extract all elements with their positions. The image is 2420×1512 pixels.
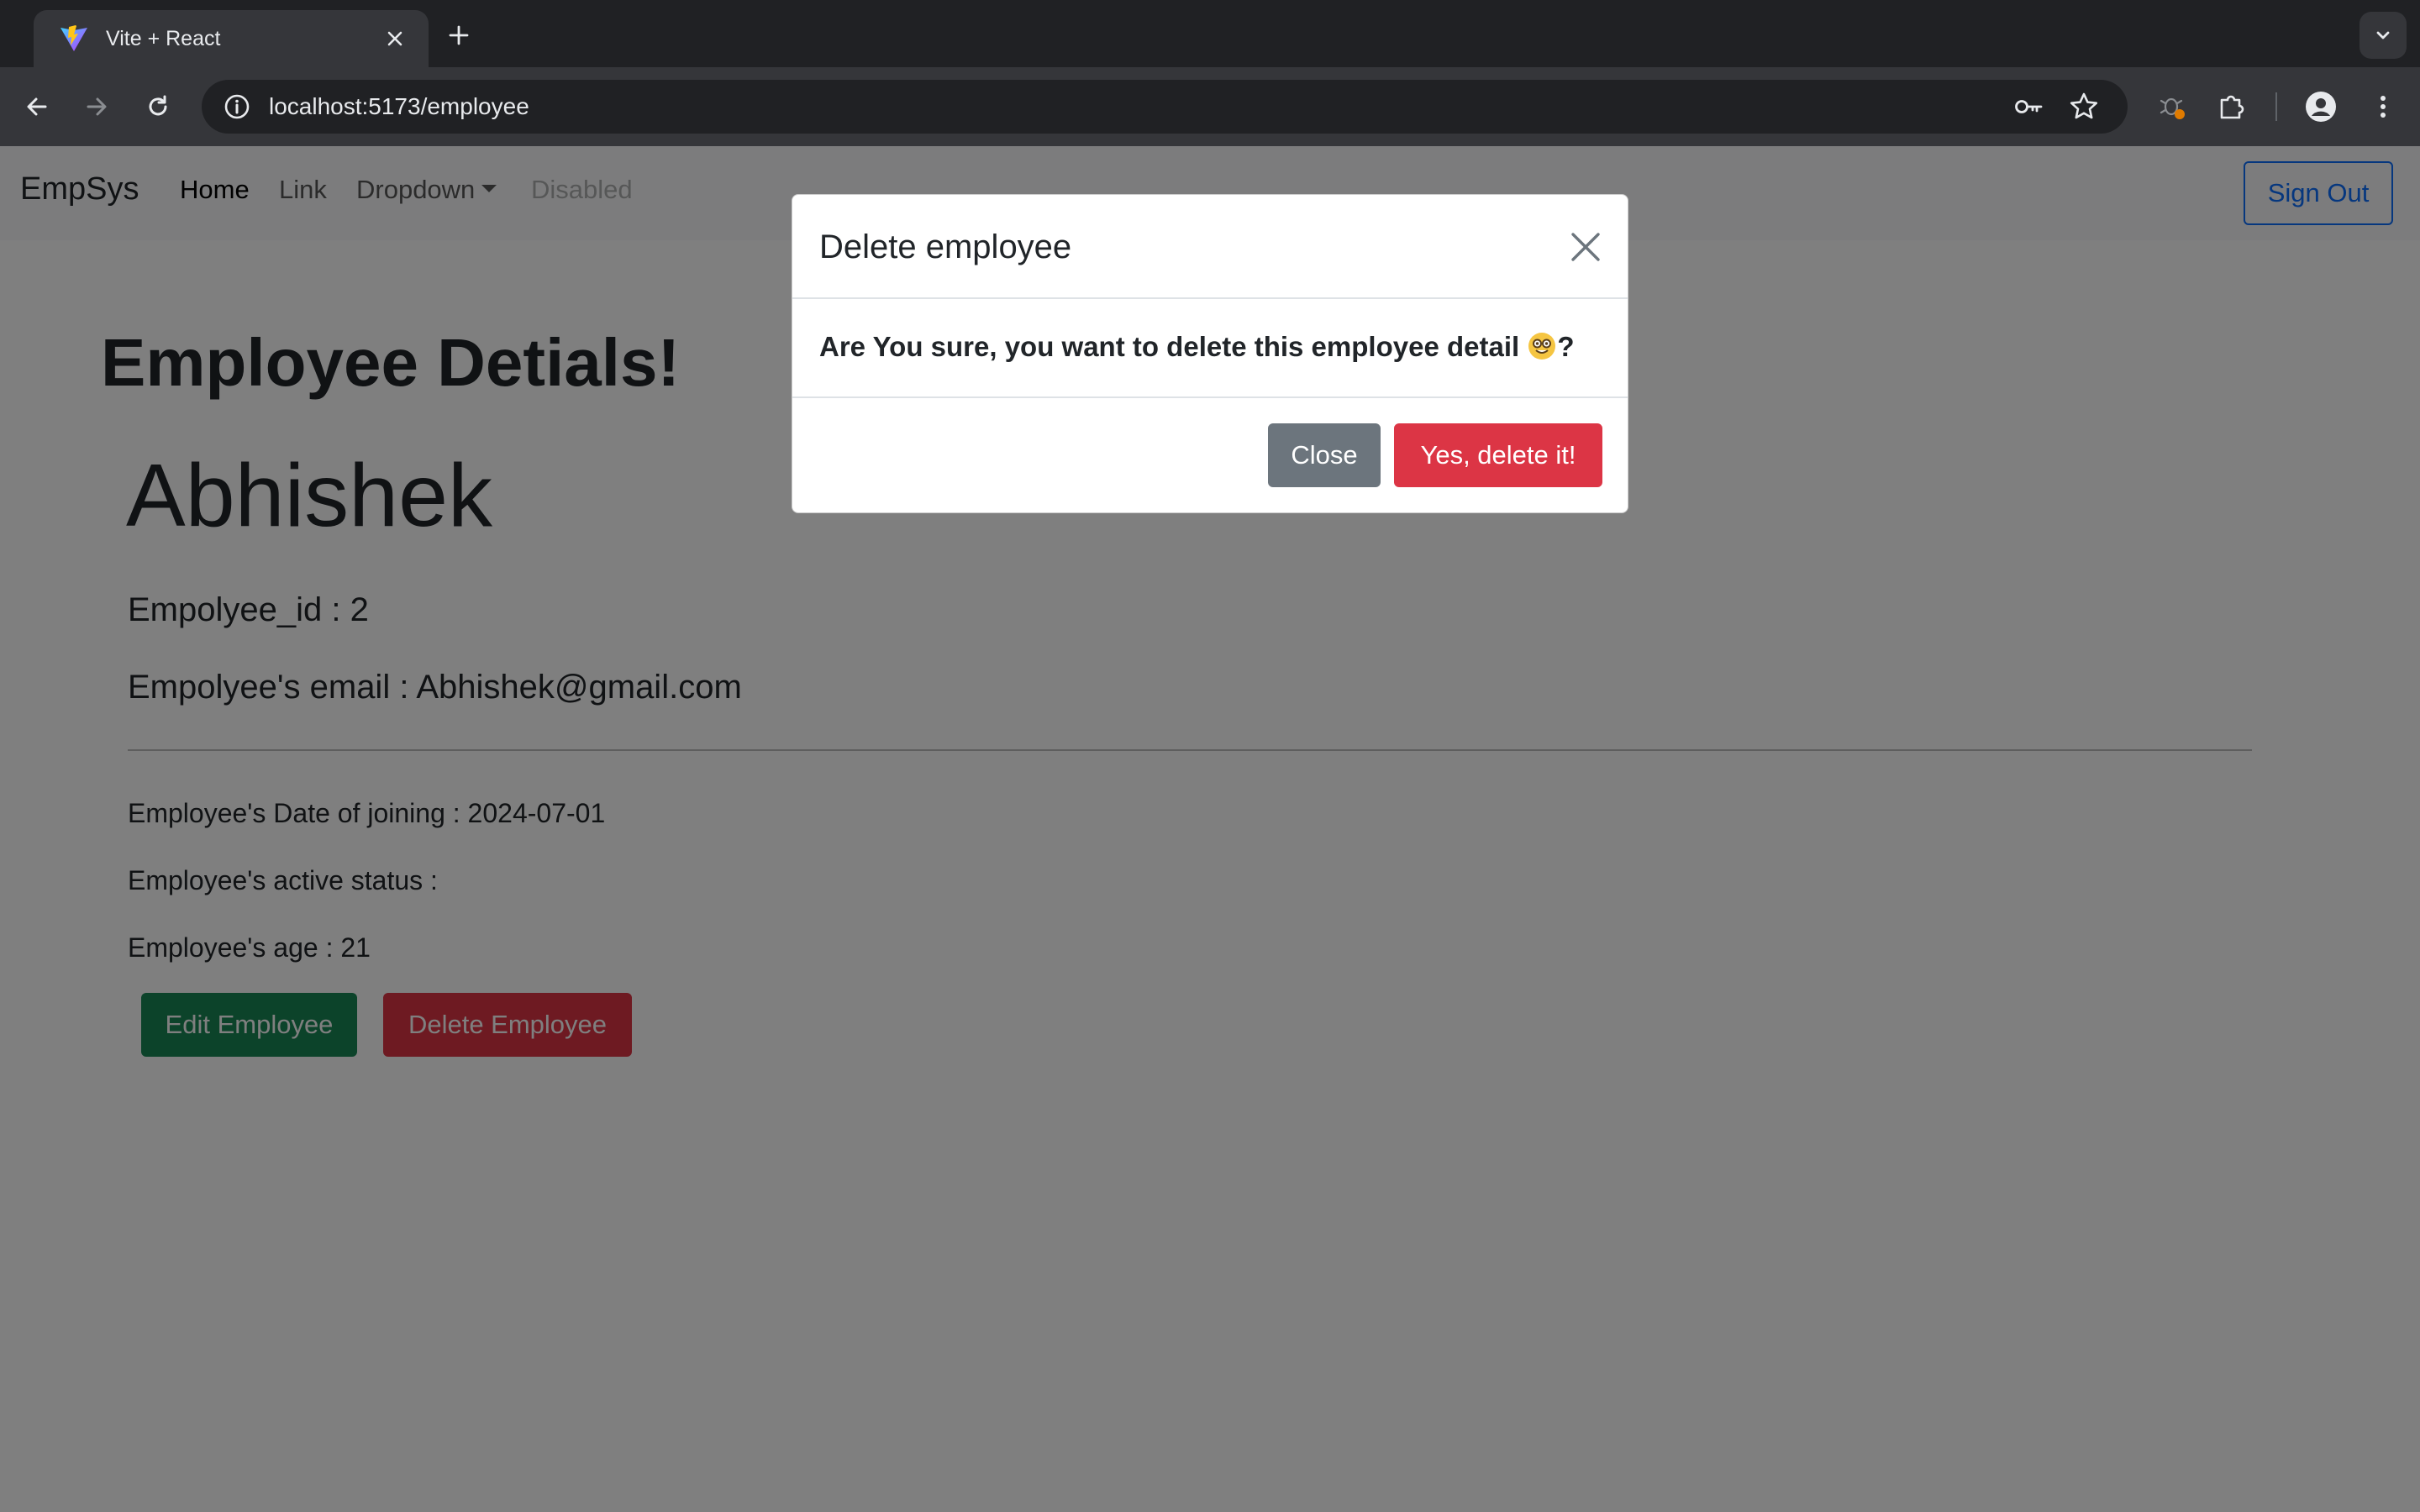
toolbar-separator: [2275, 92, 2277, 121]
modal-message-suffix: ?: [1557, 331, 1575, 362]
modal-message: Are You sure, you want to delete this em…: [819, 331, 1575, 363]
modal-body: Are You sure, you want to delete this em…: [792, 299, 1628, 398]
reload-icon[interactable]: [138, 87, 178, 127]
address-bar[interactable]: localhost:5173/employee: [202, 80, 2128, 134]
tab-title: Vite + React: [106, 26, 221, 50]
chevron-down-icon[interactable]: [2360, 12, 2407, 59]
site-info-icon[interactable]: [220, 90, 254, 123]
back-arrow-icon[interactable]: [17, 87, 57, 127]
confirm-delete-button[interactable]: Yes, delete it!: [1394, 423, 1602, 487]
bookmark-star-icon[interactable]: [2065, 88, 2102, 125]
delete-confirm-modal: Delete employee Are You sure, you want t…: [792, 194, 1628, 513]
modal-message-text: Are You sure, you want to delete this em…: [819, 331, 1528, 362]
puzzle-icon[interactable]: [2212, 87, 2252, 127]
profile-icon[interactable]: [2301, 87, 2341, 127]
close-icon[interactable]: [380, 24, 410, 54]
nerd-face-emoji: [1528, 333, 1556, 360]
modal-header: Delete employee: [792, 195, 1628, 299]
forward-arrow-icon[interactable]: [76, 87, 117, 127]
extension-icon[interactable]: [2153, 87, 2193, 127]
browser-tabstrip: Vite + React: [0, 0, 2420, 67]
browser-tab[interactable]: Vite + React: [34, 10, 429, 67]
url-text: localhost:5173/employee: [269, 93, 529, 119]
close-icon[interactable]: [1565, 227, 1606, 267]
vite-favicon: [59, 24, 89, 54]
password-key-icon[interactable]: [2010, 88, 2047, 125]
plus-icon[interactable]: [440, 17, 477, 54]
modal-close-button[interactable]: Close: [1268, 423, 1381, 487]
modal-title: Delete employee: [819, 228, 1072, 265]
web-page: EmpSys Home Link Dropdown Disabled Sign …: [0, 146, 2420, 1512]
browser-toolbar: localhost:5173/employee: [0, 67, 2420, 146]
more-menu-icon[interactable]: [2363, 87, 2403, 127]
